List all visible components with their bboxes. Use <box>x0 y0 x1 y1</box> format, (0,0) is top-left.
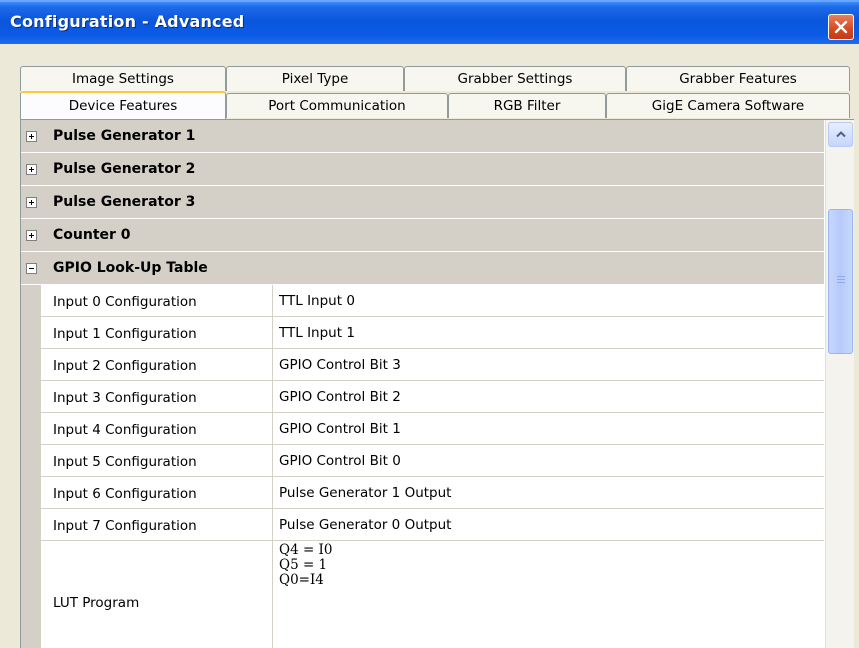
category-label: Pulse Generator 3 <box>53 194 196 210</box>
column-divider[interactable] <box>272 381 273 412</box>
column-divider[interactable] <box>272 317 273 348</box>
category-gpio-look-up-table[interactable]: GPIO Look-Up Table <box>21 252 824 285</box>
property-row-lut-program[interactable]: LUT Program Q4 = I0 Q5 = 1 Q0=I4 <box>41 541 824 648</box>
category-label: Counter 0 <box>53 227 131 243</box>
property-name: Input 2 Configuration <box>53 358 197 374</box>
plus-icon[interactable] <box>26 197 37 208</box>
category-label: GPIO Look-Up Table <box>53 260 208 276</box>
property-row-input-1[interactable]: Input 1 Configuration TTL Input 1 <box>41 317 824 349</box>
plus-icon[interactable] <box>26 164 37 175</box>
property-name: Input 6 Configuration <box>53 486 197 502</box>
tab-grabber-settings[interactable]: Grabber Settings <box>404 66 626 91</box>
property-row-input-6[interactable]: Input 6 Configuration Pulse Generator 1 … <box>41 477 824 509</box>
property-name: Input 7 Configuration <box>53 518 197 534</box>
column-divider[interactable] <box>272 445 273 476</box>
column-divider[interactable] <box>272 413 273 444</box>
category-pulse-generator-3[interactable]: Pulse Generator 3 <box>21 186 824 219</box>
property-value[interactable]: GPIO Control Bit 0 <box>279 453 401 469</box>
tab-pixel-type[interactable]: Pixel Type <box>226 66 404 91</box>
property-row-input-7[interactable]: Input 7 Configuration Pulse Generator 0 … <box>41 509 824 541</box>
property-row-input-2[interactable]: Input 2 Configuration GPIO Control Bit 3 <box>41 349 824 381</box>
title-bar[interactable]: Configuration - Advanced <box>0 0 859 44</box>
property-value[interactable]: GPIO Control Bit 2 <box>279 389 401 405</box>
property-value[interactable]: GPIO Control Bit 1 <box>279 421 401 437</box>
property-row-input-5[interactable]: Input 5 Configuration GPIO Control Bit 0 <box>41 445 824 477</box>
tab-grabber-features[interactable]: Grabber Features <box>626 66 850 91</box>
lut-program-editor[interactable]: Q4 = I0 Q5 = 1 Q0=I4 <box>279 543 819 648</box>
column-divider[interactable] <box>272 541 273 648</box>
property-value[interactable]: Pulse Generator 0 Output <box>279 517 451 533</box>
window-title: Configuration - Advanced <box>10 12 245 31</box>
plus-icon[interactable] <box>26 131 37 142</box>
tab-gige-camera-software[interactable]: GigE Camera Software <box>606 93 850 118</box>
property-value[interactable]: Pulse Generator 1 Output <box>279 485 451 501</box>
plus-icon[interactable] <box>26 230 37 241</box>
scroll-thumb[interactable] <box>828 209 853 354</box>
property-name: Input 4 Configuration <box>53 422 197 438</box>
property-value[interactable]: TTL Input 1 <box>279 325 355 341</box>
arrow-up-icon <box>835 127 847 142</box>
tab-device-features[interactable]: Device Features <box>20 91 226 119</box>
thumb-grip <box>837 282 845 283</box>
property-row-input-4[interactable]: Input 4 Configuration GPIO Control Bit 1 <box>41 413 824 445</box>
column-divider[interactable] <box>272 509 273 540</box>
property-name: Input 0 Configuration <box>53 294 197 310</box>
column-divider[interactable] <box>272 477 273 508</box>
scroll-up-button[interactable] <box>828 122 853 147</box>
category-pulse-generator-1[interactable]: Pulse Generator 1 <box>21 120 824 153</box>
property-name: Input 3 Configuration <box>53 390 197 406</box>
tab-port-communication[interactable]: Port Communication <box>226 93 448 118</box>
column-divider[interactable] <box>272 285 273 316</box>
category-counter-0[interactable]: Counter 0 <box>21 219 824 252</box>
property-value[interactable]: TTL Input 0 <box>279 293 355 309</box>
property-row-input-3[interactable]: Input 3 Configuration GPIO Control Bit 2 <box>41 381 824 413</box>
property-grid[interactable]: Pulse Generator 1 Pulse Generator 2 Puls… <box>20 119 854 648</box>
vertical-scrollbar[interactable] <box>825 120 854 648</box>
property-row-input-0[interactable]: Input 0 Configuration TTL Input 0 <box>41 285 824 317</box>
thumb-grip <box>837 279 845 280</box>
category-label: Pulse Generator 2 <box>53 161 196 177</box>
property-name: Input 5 Configuration <box>53 454 197 470</box>
tab-rgb-filter[interactable]: RGB Filter <box>448 93 606 118</box>
tab-image-settings[interactable]: Image Settings <box>20 66 226 91</box>
minus-icon[interactable] <box>26 263 37 274</box>
close-icon <box>834 20 848 34</box>
thumb-grip <box>837 276 845 277</box>
category-pulse-generator-2[interactable]: Pulse Generator 2 <box>21 153 824 186</box>
category-label: Pulse Generator 1 <box>53 128 196 144</box>
column-divider[interactable] <box>272 349 273 380</box>
property-name: Input 1 Configuration <box>53 326 197 342</box>
close-button[interactable] <box>828 14 854 40</box>
property-name: LUT Program <box>53 595 140 611</box>
property-value[interactable]: GPIO Control Bit 3 <box>279 357 401 373</box>
